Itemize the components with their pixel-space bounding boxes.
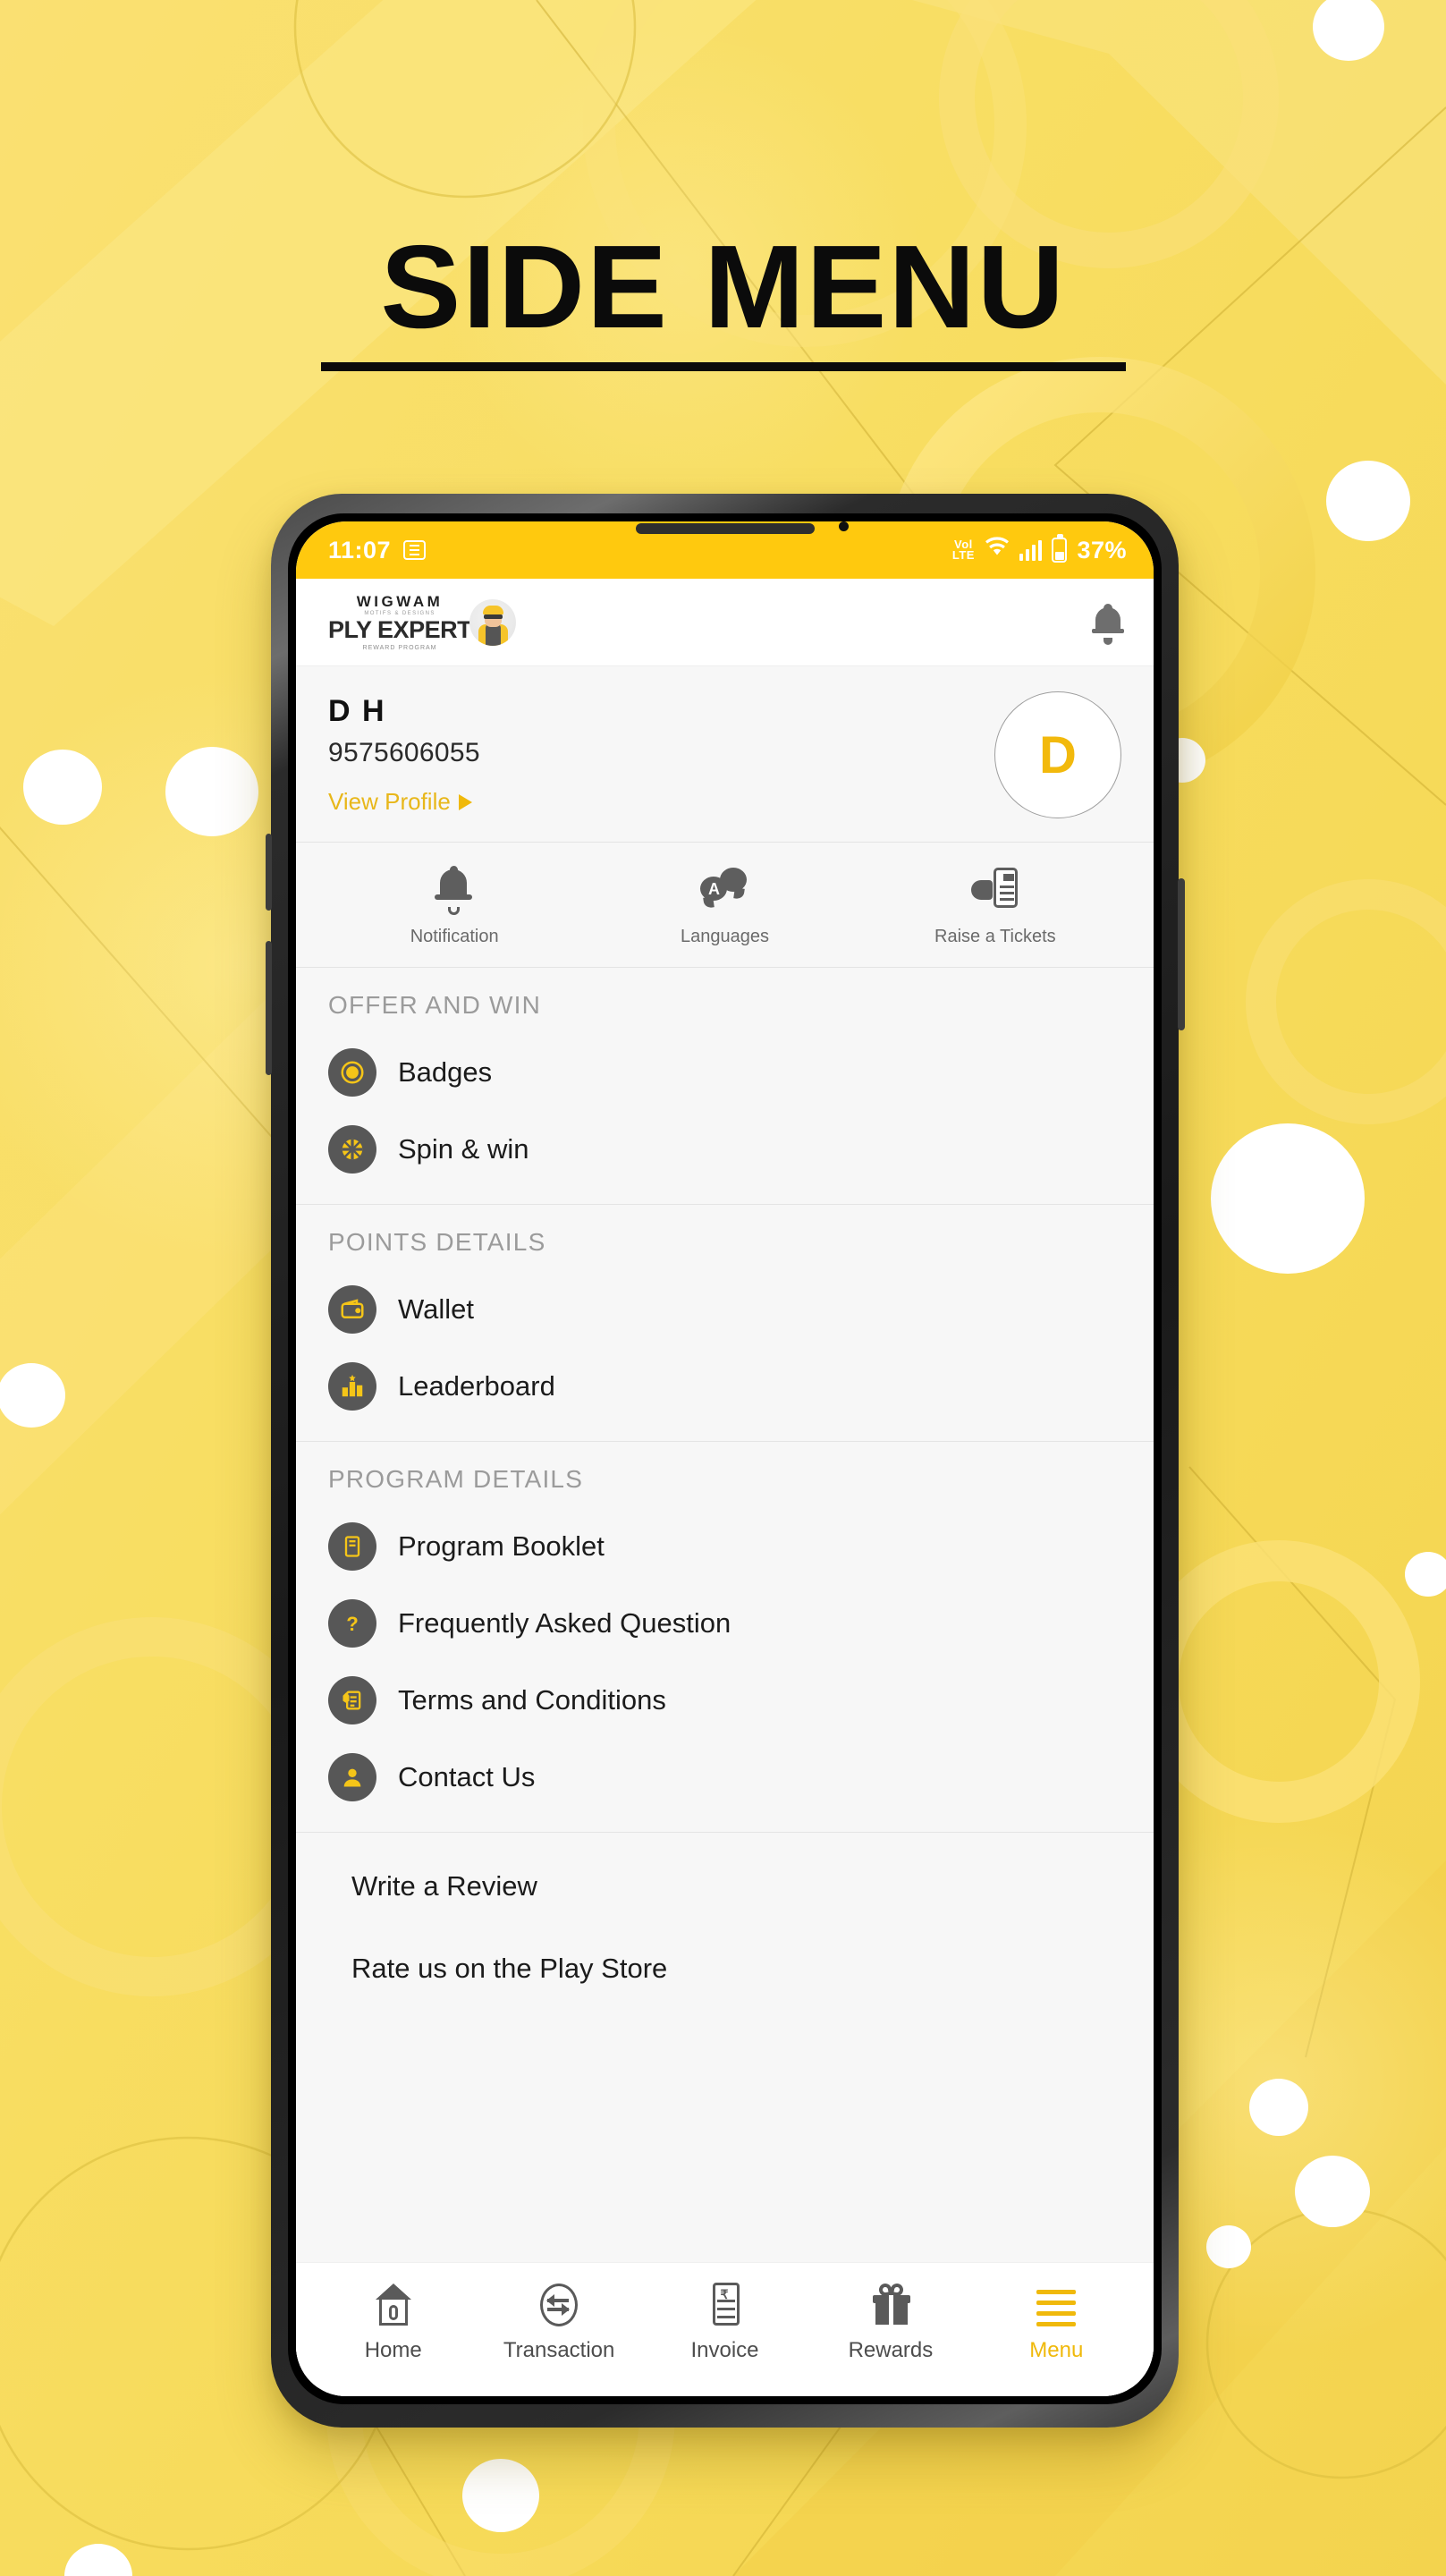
battery-icon [1052, 534, 1068, 563]
status-bar-time: 11:07 [328, 536, 392, 564]
logo-tagline-bottom: REWARD PROGRAM [362, 644, 437, 651]
section-title: OFFER AND WIN [328, 991, 542, 1019]
quick-action-label: Languages [681, 927, 769, 946]
view-profile-label: View Profile [328, 788, 451, 815]
menu-item-wallet[interactable]: Wallet [328, 1271, 1121, 1348]
menu-item-label: Contact Us [398, 1761, 536, 1792]
wifi-icon [985, 536, 1010, 564]
quick-action-label: Notification [410, 927, 499, 946]
raise-ticket-icon [969, 866, 1021, 914]
nav-label: Menu [1029, 2338, 1084, 2362]
badge-icon [328, 1048, 376, 1097]
menu-item-label: Program Booklet [398, 1530, 605, 1562]
logo-product: PLY EXPERT [328, 615, 472, 643]
secondary-menu-list: Write a Review Rate us on the Play Store [296, 1833, 1154, 2033]
page-title: SIDE MENU [380, 221, 1066, 352]
logo-brand: WIGWAM [356, 592, 444, 610]
contact-icon [328, 1753, 376, 1801]
menu-item-label: Wallet [398, 1293, 474, 1325]
terms-icon [328, 1676, 376, 1724]
menu-item-write-review[interactable]: Write a Review [328, 1845, 1121, 1928]
app-bar: WIGWAM MOTIFS & DESIGNS PLY EXPERT REWAR… [296, 579, 1154, 666]
nav-item-transaction[interactable]: Transaction [476, 2282, 641, 2363]
transaction-icon [536, 2282, 582, 2328]
notification-bell-icon[interactable] [1092, 603, 1124, 645]
menu-item-terms[interactable]: Terms and Conditions [328, 1662, 1121, 1739]
section-points-details: POINTS DETAILS Wallet Leaderboard [296, 1205, 1154, 1442]
nav-item-home[interactable]: Home [310, 2282, 476, 2363]
nav-item-rewards[interactable]: Rewards [808, 2282, 973, 2363]
nav-item-menu[interactable]: Menu [974, 2282, 1139, 2363]
volte-icon: Vol LTE [951, 538, 975, 562]
calculator-icon [403, 540, 427, 560]
gift-icon [867, 2282, 914, 2328]
bell-icon [428, 866, 480, 915]
spin-wheel-icon [328, 1125, 376, 1174]
menu-item-label: Badges [398, 1056, 493, 1088]
title-underline [320, 362, 1126, 371]
quick-action-notification[interactable]: Notification [319, 866, 589, 947]
phone-camera [838, 521, 849, 531]
hamburger-icon [1033, 2282, 1079, 2328]
logo-tagline-top: MOTIFS & DESIGNS [364, 610, 435, 616]
invoice-icon: ₹ [702, 2282, 748, 2328]
menu-item-badges[interactable]: Badges [328, 1034, 1121, 1111]
menu-item-faq[interactable]: ? Frequently Asked Question [328, 1585, 1121, 1662]
section-title: PROGRAM DETAILS [328, 1465, 584, 1493]
menu-item-label: Leaderboard [398, 1370, 555, 1402]
menu-item-label: Terms and Conditions [398, 1684, 666, 1716]
quick-action-label: Raise a Tickets [934, 927, 1056, 946]
profile-name: D H [328, 694, 386, 728]
quick-actions-row: Notification A Languages Raise a Tickets [296, 843, 1154, 968]
worker-mascot-icon [469, 598, 517, 646]
signal-icon [1019, 539, 1043, 561]
menu-item-program-booklet[interactable]: Program Booklet [328, 1508, 1121, 1585]
booklet-icon [328, 1522, 376, 1571]
side-menu-drawer: D H 9575606055 View Profile D Notificati… [296, 666, 1154, 2396]
page-title-block: SIDE MENU [0, 228, 1446, 371]
view-profile-link[interactable]: View Profile [328, 788, 480, 816]
menu-item-contact-us[interactable]: Contact Us [328, 1739, 1121, 1816]
phone-speaker [635, 523, 815, 534]
phone-button-left-bottom [266, 941, 272, 1075]
svg-text:?: ? [346, 1613, 359, 1635]
menu-item-label: Frequently Asked Question [398, 1607, 731, 1639]
languages-icon: A [698, 866, 750, 914]
menu-item-rate-play-store[interactable]: Rate us on the Play Store [328, 1928, 1121, 2010]
section-offer-and-win: OFFER AND WIN Badges Spin & win [296, 968, 1154, 1205]
question-icon: ? [328, 1599, 376, 1648]
app-logo: WIGWAM MOTIFS & DESIGNS PLY EXPERT REWAR… [328, 592, 517, 651]
leaderboard-icon [328, 1362, 376, 1411]
nav-label: Home [364, 2338, 422, 2362]
bottom-navigation: Home Transaction ₹ Invoice Rewards Menu [296, 2262, 1154, 2396]
nav-label: Invoice [690, 2338, 759, 2362]
home-icon [370, 2282, 417, 2328]
quick-action-raise-ticket[interactable]: Raise a Tickets [860, 866, 1130, 947]
nav-label: Transaction [503, 2338, 615, 2362]
wallet-icon [328, 1285, 376, 1334]
section-title: POINTS DETAILS [328, 1228, 546, 1256]
profile-header[interactable]: D H 9575606055 View Profile D [296, 666, 1154, 843]
battery-percent: 37% [1077, 536, 1127, 564]
avatar[interactable]: D [994, 691, 1121, 818]
menu-item-spin-win[interactable]: Spin & win [328, 1111, 1121, 1188]
phone-mockup: 11:07 Vol LTE 37% WIGWAM MOTIFS & DESIGN… [266, 494, 1185, 2428]
section-program-details: PROGRAM DETAILS Program Booklet ? Freque… [296, 1442, 1154, 1833]
phone-button-right [1178, 878, 1185, 1030]
profile-phone: 9575606055 [328, 738, 480, 767]
menu-item-label: Spin & win [398, 1133, 529, 1165]
menu-item-leaderboard[interactable]: Leaderboard [328, 1348, 1121, 1425]
menu-item-partial[interactable] [328, 2010, 1121, 2033]
phone-button-left-top [266, 834, 272, 911]
quick-action-languages[interactable]: A Languages [589, 866, 859, 947]
chevron-right-icon [458, 793, 472, 810]
phone-screen: 11:07 Vol LTE 37% WIGWAM MOTIFS & DESIGN… [296, 521, 1154, 2396]
nav-label: Rewards [848, 2338, 934, 2362]
nav-item-invoice[interactable]: ₹ Invoice [642, 2282, 808, 2363]
